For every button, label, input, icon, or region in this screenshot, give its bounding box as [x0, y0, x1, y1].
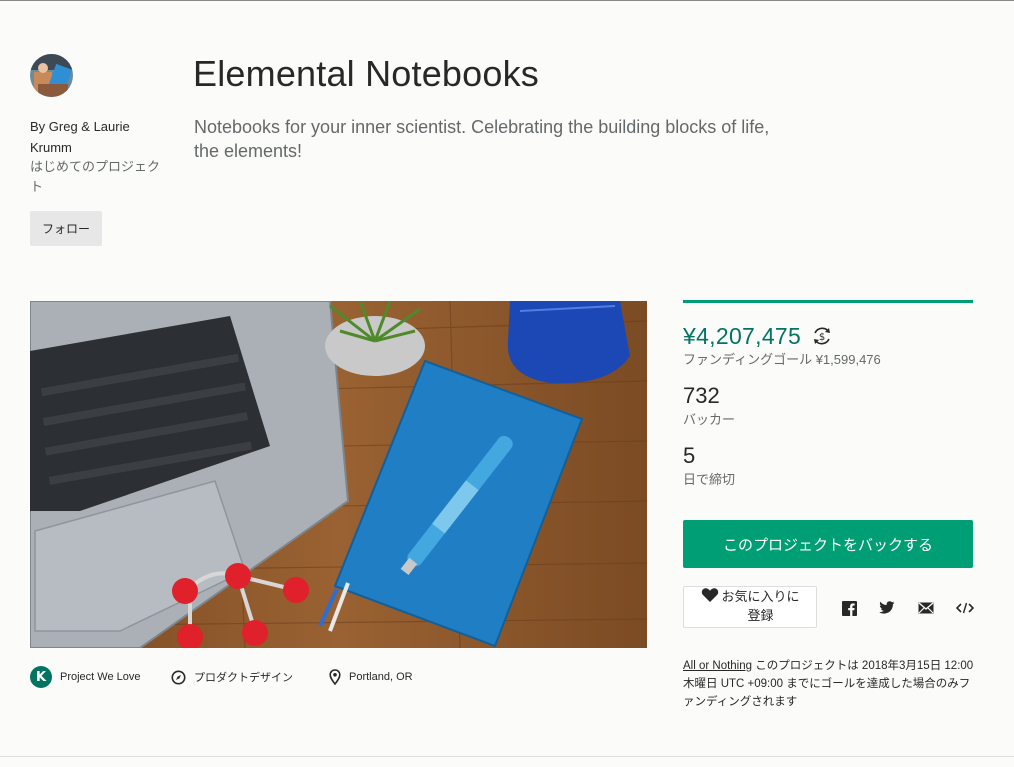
project-hero-image[interactable]: [30, 301, 647, 648]
twitter-icon[interactable]: [878, 599, 896, 617]
days-remaining-label: 日で締切: [683, 472, 736, 487]
creator-name[interactable]: By Greg & Laurie Krumm: [30, 116, 160, 158]
email-icon[interactable]: [917, 599, 935, 617]
location-tag[interactable]: Portland, OR: [329, 666, 413, 688]
remind-me-button[interactable]: お気に入りに登録: [683, 586, 817, 628]
location-label: Portland, OR: [349, 671, 413, 683]
top-divider: [0, 0, 1014, 1]
pledged-amount: ¥4,207,475 $: [683, 322, 833, 350]
project-blurb: Notebooks for your inner scientist. Cele…: [194, 117, 770, 161]
kickstarter-k-icon: K: [30, 666, 52, 688]
creator-avatar[interactable]: [30, 54, 73, 97]
back-project-button[interactable]: このプロジェクトをバックする: [683, 520, 973, 568]
heart-icon: [701, 587, 719, 609]
bottom-divider: [0, 756, 1014, 757]
facebook-icon[interactable]: [840, 599, 858, 617]
category-tag[interactable]: プロダクトデザイン: [171, 666, 293, 688]
compass-icon: [171, 670, 186, 685]
project-title: Elemental Notebooks: [193, 53, 539, 94]
days-remaining-count: 5: [683, 443, 696, 468]
backers-label: バッカー: [683, 412, 736, 427]
funding-terms: All or Nothing このプロジェクトは 2018年3月15日 12:0…: [683, 657, 978, 711]
currency-conversion-icon[interactable]: $: [811, 325, 833, 347]
first-project-label: はじめてのプロジェクト: [30, 159, 161, 194]
pledged-value: ¥4,207,475: [683, 323, 802, 349]
project-we-love-label: Project We Love: [60, 671, 141, 683]
backers-count: 732: [683, 383, 720, 408]
funding-goal: ファンディングゴール ¥1,599,476: [683, 352, 881, 367]
embed-icon[interactable]: [956, 599, 974, 617]
remind-me-label: お気に入りに登録: [721, 590, 800, 624]
all-or-nothing-link[interactable]: All or Nothing: [683, 660, 752, 672]
project-we-love-tag[interactable]: K Project We Love: [30, 666, 141, 688]
follow-button[interactable]: フォロー: [30, 211, 102, 246]
funding-progress-bar: [683, 300, 973, 303]
svg-text:$: $: [819, 332, 825, 343]
category-label: プロダクトデザイン: [194, 672, 293, 684]
location-pin-icon: [329, 669, 341, 685]
